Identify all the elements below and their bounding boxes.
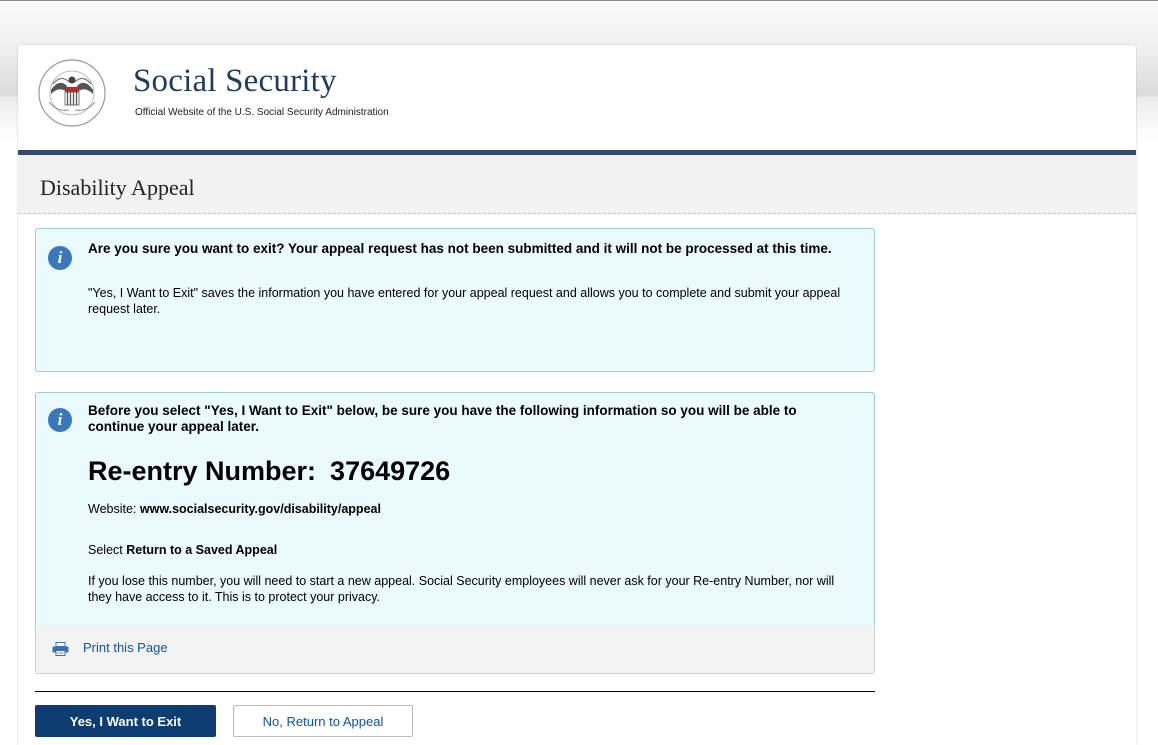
exit-warning-heading: Are you sure you want to exit? Your appe… xyxy=(88,241,832,256)
reentry-label: Re-entry Number: xyxy=(88,456,317,486)
reentry-number-display: Re-entry Number: 37649726 xyxy=(88,456,450,487)
website-value: www.socialsecurity.gov/disability/appeal xyxy=(139,502,381,516)
select-value: Return to a Saved Appeal xyxy=(126,543,278,557)
reentry-number: 37649726 xyxy=(330,456,451,486)
page-title-bar: Disability Appeal xyxy=(18,155,1136,214)
site-header: Social Security Official Website of the … xyxy=(18,45,1136,151)
actions-divider xyxy=(35,691,875,692)
print-page-link[interactable]: Print this Page xyxy=(83,640,168,655)
main-card: Social Security Official Website of the … xyxy=(18,45,1136,745)
print-bar: Print this Page xyxy=(35,625,875,674)
exit-warning-alert: i Are you sure you want to exit? Your ap… xyxy=(35,228,875,372)
return-to-appeal-button[interactable]: No, Return to Appeal xyxy=(233,705,413,737)
website-line: Website: www.socialsecurity.gov/disabili… xyxy=(88,501,848,517)
printer-icon[interactable] xyxy=(52,642,69,656)
site-subtitle: Official Website of the U.S. Social Secu… xyxy=(135,107,389,118)
ssa-seal-icon[interactable] xyxy=(37,58,107,128)
website-label: Website: xyxy=(88,502,137,516)
yes-exit-button[interactable]: Yes, I Want to Exit xyxy=(35,705,216,737)
exit-warning-body: "Yes, I Want to Exit" saves the informat… xyxy=(88,286,841,316)
select-line: Select Return to a Saved Appeal xyxy=(88,542,848,558)
reentry-warning: If you lose this number, you will need t… xyxy=(88,574,835,604)
page-title: Disability Appeal xyxy=(40,175,195,200)
reentry-info-heading: Before you select "Yes, I Want to Exit" … xyxy=(88,403,797,434)
reentry-info-alert: i Before you select "Yes, I Want to Exit… xyxy=(35,392,875,626)
site-title[interactable]: Social Security xyxy=(133,63,337,100)
info-icon: i xyxy=(48,246,72,270)
select-label: Select xyxy=(88,543,123,557)
info-icon: i xyxy=(48,408,72,432)
